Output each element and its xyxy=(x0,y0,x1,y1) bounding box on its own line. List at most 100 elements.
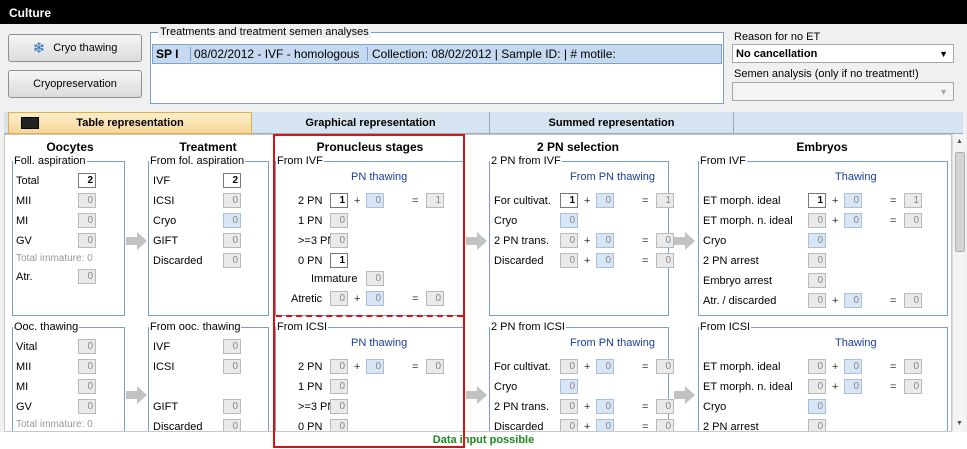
flow-arrow-icon xyxy=(466,232,487,250)
reason-value: No cancellation xyxy=(736,48,818,60)
scroll-down-icon: ▼ xyxy=(956,420,963,427)
oocytes-icsi-panel-title: Ooc. thawing xyxy=(13,321,80,333)
pn-selection-heading: 2 PN selection xyxy=(536,140,620,154)
row-label: ICSI xyxy=(153,361,175,373)
tab-table-representation[interactable]: Table representation xyxy=(8,112,252,134)
row-label: Discarded xyxy=(494,255,544,267)
plus-sign: + xyxy=(584,195,591,207)
value-cell: 0 xyxy=(560,233,578,248)
from-pn-thawing-label: From PN thawing xyxy=(570,337,655,349)
pn-selection-ivf-panel-title: 2 PN from IVF xyxy=(490,155,562,167)
row-label: Embryo arrest xyxy=(703,275,773,287)
treatments-group-label: Treatments and treatment semen analyses xyxy=(158,26,371,38)
value-cell: 0 xyxy=(223,419,241,431)
semen-analysis-label: Semen analysis (only if no treatment!) xyxy=(734,68,919,80)
thawing-cell[interactable]: 0 xyxy=(596,233,614,248)
tab-label: Graphical representation xyxy=(305,117,436,129)
row-label: Cryo xyxy=(703,401,727,413)
thawing-cell[interactable]: 0 xyxy=(596,399,614,414)
cryopreservation-button[interactable]: Cryopreservation xyxy=(8,70,142,98)
treatment-ivf-panel-title: From fol. aspiration xyxy=(149,155,246,167)
sum-cell: 1 xyxy=(904,193,922,208)
total-immature-label: Total immature: 0 xyxy=(16,419,93,430)
reason-label: Reason for no ET xyxy=(734,31,821,43)
plus-sign: + xyxy=(832,361,839,373)
equals-sign: = xyxy=(642,361,649,373)
from-pn-thawing-label: From PN thawing xyxy=(570,171,655,183)
equals-sign: = xyxy=(890,195,897,207)
plus-sign: + xyxy=(832,215,839,227)
value-cell: 0 xyxy=(560,253,578,268)
thawing-cell[interactable]: 0 xyxy=(844,213,862,228)
pn-selection-icsi-panel-title: 2 PN from ICSI xyxy=(490,321,566,333)
value-cell: 0 xyxy=(560,399,578,414)
row-label: For cultivat. xyxy=(494,195,551,207)
tab-graphical-representation[interactable]: Graphical representation xyxy=(252,112,490,134)
thawing-cell[interactable]: 0 xyxy=(844,379,862,394)
value-cell: 0 xyxy=(223,193,241,208)
plus-sign: + xyxy=(832,295,839,307)
thawing-cell[interactable]: 0 xyxy=(596,359,614,374)
row-label: Cryo xyxy=(153,215,177,227)
pronucleus-highlight-divider xyxy=(276,315,463,317)
sum-cell: 0 xyxy=(656,359,674,374)
value-cell: 0 xyxy=(808,359,826,374)
atr-label: Atr. xyxy=(16,271,33,283)
row-label: IVF xyxy=(153,175,171,187)
value-cell[interactable]: 0 xyxy=(808,399,826,414)
value-cell: 0 xyxy=(808,293,826,308)
sum-cell: 0 xyxy=(656,233,674,248)
chevron-down-icon: ▼ xyxy=(939,87,948,97)
row-label: Discarded xyxy=(153,255,203,267)
sum-cell: 0 xyxy=(656,253,674,268)
semen-analysis-select[interactable]: ▼ xyxy=(732,82,954,101)
tab-label: Summed representation xyxy=(548,117,675,129)
thawing-cell[interactable]: 0 xyxy=(596,253,614,268)
treatment-row[interactable]: SP I 08/02/2012 - IVF - homologous Colle… xyxy=(152,44,722,64)
value-cell[interactable]: 2 xyxy=(223,173,241,188)
row-label: Discarded xyxy=(153,421,203,432)
thawing-cell[interactable]: 0 xyxy=(844,293,862,308)
table-view: Oocytes Treatment Pronucleus stages 2 PN… xyxy=(4,134,952,432)
row-label: IVF xyxy=(153,341,171,353)
cryo-thawing-label: Cryo thawing xyxy=(53,42,118,54)
oocytes-ivf-panel-title: Foll. aspiration xyxy=(13,155,87,167)
row-label: Cryo xyxy=(494,381,518,393)
value-cell: 0 xyxy=(223,399,241,414)
thawing-cell[interactable]: 0 xyxy=(596,193,614,208)
culture-window: Culture ❄ Cryo thawing Cryopreservation … xyxy=(0,0,967,449)
value-cell: 0 xyxy=(78,193,96,208)
value-cell[interactable]: 0 xyxy=(560,213,578,228)
status-text: Data input possible xyxy=(0,432,967,449)
treatment-code: SP I xyxy=(153,47,191,61)
value-cell: 0 xyxy=(560,419,578,431)
equals-sign: = xyxy=(642,255,649,267)
sum-cell: 0 xyxy=(904,359,922,374)
value-cell[interactable]: 0 xyxy=(560,379,578,394)
value-cell[interactable]: 1 xyxy=(808,193,826,208)
cryopreservation-label: Cryopreservation xyxy=(33,78,117,90)
row-label: For cultivat. xyxy=(494,361,551,373)
total-immature-label: Total immature: 0 xyxy=(16,253,93,264)
flow-arrow-icon xyxy=(126,232,147,250)
vertical-scrollbar[interactable]: ▲ ▼ xyxy=(952,134,966,432)
equals-sign: = xyxy=(642,401,649,413)
flow-arrow-icon xyxy=(674,386,695,404)
plus-sign: + xyxy=(584,421,591,432)
value-cell[interactable]: 2 xyxy=(78,173,96,188)
reason-select[interactable]: No cancellation ▼ xyxy=(732,44,954,63)
scroll-thumb[interactable] xyxy=(955,152,965,252)
thawing-cell[interactable]: 0 xyxy=(844,359,862,374)
tab-label: Table representation xyxy=(76,117,184,129)
value-cell: 0 xyxy=(808,379,826,394)
thawing-cell[interactable]: 0 xyxy=(844,193,862,208)
value-cell: 0 xyxy=(78,379,96,394)
sum-cell: 1 xyxy=(656,193,674,208)
value-cell[interactable]: 1 xyxy=(560,193,578,208)
thawing-cell[interactable]: 0 xyxy=(596,419,614,431)
value-cell[interactable]: 0 xyxy=(223,213,241,228)
cryo-thawing-button[interactable]: ❄ Cryo thawing xyxy=(8,34,142,62)
tab-summed-representation[interactable]: Summed representation xyxy=(490,112,734,134)
equals-sign: = xyxy=(642,195,649,207)
value-cell[interactable]: 0 xyxy=(808,233,826,248)
